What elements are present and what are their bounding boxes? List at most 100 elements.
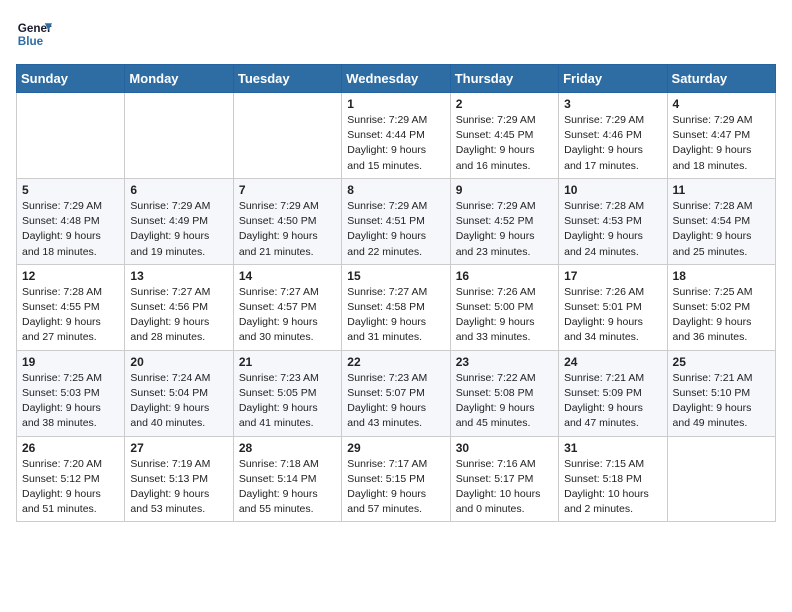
calendar-cell: 23Sunrise: 7:22 AMSunset: 5:08 PMDayligh…: [450, 350, 558, 436]
cell-details: Sunrise: 7:29 AMSunset: 4:49 PMDaylight:…: [130, 199, 227, 260]
calendar-cell: 1 Sunrise: 7:29 AMSunset: 4:44 PMDaylight…: [342, 93, 450, 179]
cell-content: 15Sunrise: 7:27 AMSunset: 4:58 PMDayligh…: [347, 269, 444, 346]
cell-content: 31 Sunrise: 7:15 AMSunset: 5:18 PMDayligh…: [564, 441, 661, 518]
day-number: 1: [347, 97, 444, 111]
cell-content: 24 Sunrise: 7:21 AMSunset: 5:09 PMDayligh…: [564, 355, 661, 432]
calendar-cell: [125, 93, 233, 179]
day-number: 19: [22, 355, 119, 369]
cell-details: Sunrise: 7:26 AMSunset: 5:01 PMDaylight:…: [564, 285, 661, 346]
calendar-body: 1 Sunrise: 7:29 AMSunset: 4:44 PMDaylight…: [17, 93, 776, 522]
cell-details: Sunrise: 7:15 AMSunset: 5:18 PMDaylight:…: [564, 457, 661, 518]
day-number: 25: [673, 355, 770, 369]
cell-details: Sunrise: 7:17 AMSunset: 5:15 PMDaylight:…: [347, 457, 444, 518]
calendar-cell: 8 Sunrise: 7:29 AMSunset: 4:51 PMDaylight…: [342, 178, 450, 264]
cell-details: Sunrise: 7:16 AMSunset: 5:17 PMDaylight:…: [456, 457, 553, 518]
day-number: 16: [456, 269, 553, 283]
cell-details: Sunrise: 7:29 AMSunset: 4:46 PMDaylight:…: [564, 113, 661, 174]
cell-content: 22Sunrise: 7:23 AMSunset: 5:07 PMDayligh…: [347, 355, 444, 432]
cell-content: 10 Sunrise: 7:28 AMSunset: 4:53 PMDayligh…: [564, 183, 661, 260]
calendar-cell: 10 Sunrise: 7:28 AMSunset: 4:53 PMDayligh…: [559, 178, 667, 264]
calendar-week-3: 12Sunrise: 7:28 AMSunset: 4:55 PMDayligh…: [17, 264, 776, 350]
cell-details: Sunrise: 7:27 AMSunset: 4:58 PMDaylight:…: [347, 285, 444, 346]
calendar-cell: 3 Sunrise: 7:29 AMSunset: 4:46 PMDaylight…: [559, 93, 667, 179]
day-number: 4: [673, 97, 770, 111]
cell-content: 20Sunrise: 7:24 AMSunset: 5:04 PMDayligh…: [130, 355, 227, 432]
cell-details: Sunrise: 7:23 AMSunset: 5:05 PMDaylight:…: [239, 371, 336, 432]
day-number: 6: [130, 183, 227, 197]
calendar-cell: 21Sunrise: 7:23 AMSunset: 5:05 PMDayligh…: [233, 350, 341, 436]
day-number: 14: [239, 269, 336, 283]
calendar-cell: [17, 93, 125, 179]
day-number: 3: [564, 97, 661, 111]
calendar-cell: 12Sunrise: 7:28 AMSunset: 4:55 PMDayligh…: [17, 264, 125, 350]
cell-details: Sunrise: 7:29 AMSunset: 4:45 PMDaylight:…: [456, 113, 553, 174]
calendar-table: SundayMondayTuesdayWednesdayThursdayFrid…: [16, 64, 776, 522]
cell-details: Sunrise: 7:28 AMSunset: 4:54 PMDaylight:…: [673, 199, 770, 260]
day-number: 28: [239, 441, 336, 455]
cell-content: 13 Sunrise: 7:27 AMSunset: 4:56 PMDayligh…: [130, 269, 227, 346]
logo-icon: General Blue: [16, 16, 52, 52]
calendar-cell: 13 Sunrise: 7:27 AMSunset: 4:56 PMDayligh…: [125, 264, 233, 350]
cell-content: 5Sunrise: 7:29 AMSunset: 4:48 PMDaylight…: [22, 183, 119, 260]
calendar-cell: 20Sunrise: 7:24 AMSunset: 5:04 PMDayligh…: [125, 350, 233, 436]
cell-details: Sunrise: 7:25 AMSunset: 5:03 PMDaylight:…: [22, 371, 119, 432]
cell-content: 1 Sunrise: 7:29 AMSunset: 4:44 PMDaylight…: [347, 97, 444, 174]
calendar-cell: 31 Sunrise: 7:15 AMSunset: 5:18 PMDayligh…: [559, 436, 667, 522]
weekday-header-tuesday: Tuesday: [233, 65, 341, 93]
cell-content: 25 Sunrise: 7:21 AMSunset: 5:10 PMDayligh…: [673, 355, 770, 432]
cell-content: 29Sunrise: 7:17 AMSunset: 5:15 PMDayligh…: [347, 441, 444, 518]
cell-content: 16Sunrise: 7:26 AMSunset: 5:00 PMDayligh…: [456, 269, 553, 346]
cell-details: Sunrise: 7:19 AMSunset: 5:13 PMDaylight:…: [130, 457, 227, 518]
cell-details: Sunrise: 7:21 AMSunset: 5:10 PMDaylight:…: [673, 371, 770, 432]
calendar-cell: 9Sunrise: 7:29 AMSunset: 4:52 PMDaylight…: [450, 178, 558, 264]
cell-content: 17 Sunrise: 7:26 AMSunset: 5:01 PMDayligh…: [564, 269, 661, 346]
cell-details: Sunrise: 7:22 AMSunset: 5:08 PMDaylight:…: [456, 371, 553, 432]
day-number: 13: [130, 269, 227, 283]
cell-content: 30Sunrise: 7:16 AMSunset: 5:17 PMDayligh…: [456, 441, 553, 518]
day-number: 17: [564, 269, 661, 283]
calendar-cell: 18Sunrise: 7:25 AMSunset: 5:02 PMDayligh…: [667, 264, 775, 350]
cell-details: Sunrise: 7:18 AMSunset: 5:14 PMDaylight:…: [239, 457, 336, 518]
calendar-cell: 4 Sunrise: 7:29 AMSunset: 4:47 PMDaylight…: [667, 93, 775, 179]
weekday-header-saturday: Saturday: [667, 65, 775, 93]
cell-content: 9Sunrise: 7:29 AMSunset: 4:52 PMDaylight…: [456, 183, 553, 260]
calendar-cell: 25 Sunrise: 7:21 AMSunset: 5:10 PMDayligh…: [667, 350, 775, 436]
calendar-header-row: SundayMondayTuesdayWednesdayThursdayFrid…: [17, 65, 776, 93]
cell-content: 12Sunrise: 7:28 AMSunset: 4:55 PMDayligh…: [22, 269, 119, 346]
cell-details: Sunrise: 7:20 AMSunset: 5:12 PMDaylight:…: [22, 457, 119, 518]
cell-details: Sunrise: 7:29 AMSunset: 4:48 PMDaylight:…: [22, 199, 119, 260]
calendar-cell: 19 Sunrise: 7:25 AMSunset: 5:03 PMDayligh…: [17, 350, 125, 436]
cell-details: Sunrise: 7:27 AMSunset: 4:56 PMDaylight:…: [130, 285, 227, 346]
day-number: 31: [564, 441, 661, 455]
cell-details: Sunrise: 7:21 AMSunset: 5:09 PMDaylight:…: [564, 371, 661, 432]
cell-content: 4 Sunrise: 7:29 AMSunset: 4:47 PMDaylight…: [673, 97, 770, 174]
cell-content: 23Sunrise: 7:22 AMSunset: 5:08 PMDayligh…: [456, 355, 553, 432]
cell-details: Sunrise: 7:29 AMSunset: 4:51 PMDaylight:…: [347, 199, 444, 260]
day-number: 10: [564, 183, 661, 197]
weekday-header-monday: Monday: [125, 65, 233, 93]
day-number: 12: [22, 269, 119, 283]
cell-content: 8 Sunrise: 7:29 AMSunset: 4:51 PMDaylight…: [347, 183, 444, 260]
weekday-header-wednesday: Wednesday: [342, 65, 450, 93]
weekday-header-sunday: Sunday: [17, 65, 125, 93]
day-number: 18: [673, 269, 770, 283]
calendar-cell: [667, 436, 775, 522]
cell-content: 2Sunrise: 7:29 AMSunset: 4:45 PMDaylight…: [456, 97, 553, 174]
day-number: 26: [22, 441, 119, 455]
cell-content: 27Sunrise: 7:19 AMSunset: 5:13 PMDayligh…: [130, 441, 227, 518]
calendar-cell: 2Sunrise: 7:29 AMSunset: 4:45 PMDaylight…: [450, 93, 558, 179]
cell-details: Sunrise: 7:28 AMSunset: 4:53 PMDaylight:…: [564, 199, 661, 260]
calendar-cell: 26 Sunrise: 7:20 AMSunset: 5:12 PMDayligh…: [17, 436, 125, 522]
cell-details: Sunrise: 7:27 AMSunset: 4:57 PMDaylight:…: [239, 285, 336, 346]
cell-details: Sunrise: 7:29 AMSunset: 4:47 PMDaylight:…: [673, 113, 770, 174]
day-number: 8: [347, 183, 444, 197]
svg-text:Blue: Blue: [18, 35, 44, 48]
cell-details: Sunrise: 7:29 AMSunset: 4:44 PMDaylight:…: [347, 113, 444, 174]
cell-content: 28 Sunrise: 7:18 AMSunset: 5:14 PMDayligh…: [239, 441, 336, 518]
day-number: 24: [564, 355, 661, 369]
calendar-week-5: 26 Sunrise: 7:20 AMSunset: 5:12 PMDayligh…: [17, 436, 776, 522]
day-number: 7: [239, 183, 336, 197]
calendar-cell: 6 Sunrise: 7:29 AMSunset: 4:49 PMDaylight…: [125, 178, 233, 264]
cell-details: Sunrise: 7:24 AMSunset: 5:04 PMDaylight:…: [130, 371, 227, 432]
calendar-week-1: 1 Sunrise: 7:29 AMSunset: 4:44 PMDaylight…: [17, 93, 776, 179]
